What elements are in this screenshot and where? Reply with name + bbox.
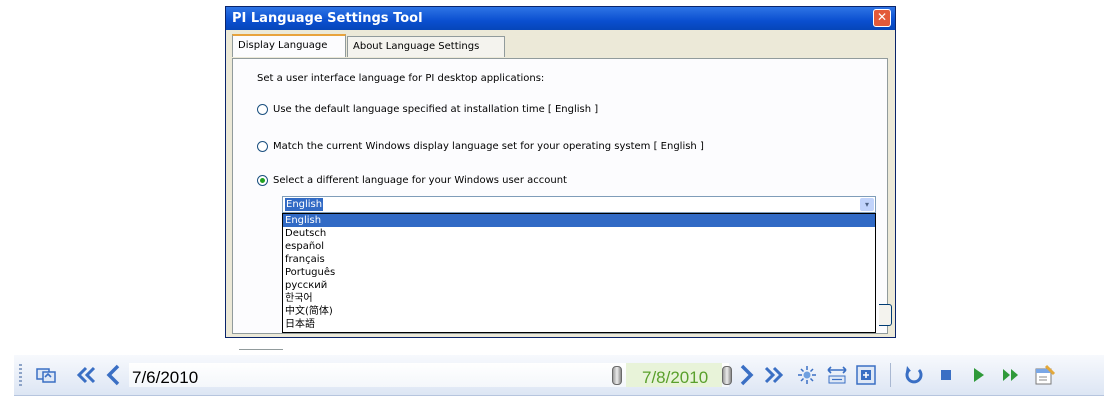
option-match-windows-language[interactable]: Match the current Windows display langua… <box>257 141 704 152</box>
step-forward-far-button[interactable] <box>760 355 788 395</box>
play-button[interactable] <box>964 355 992 395</box>
language-option[interactable]: 中文(简体) <box>283 305 875 318</box>
radio-button[interactable] <box>257 141 268 152</box>
option-label: Use the default language specified at in… <box>273 104 599 115</box>
refresh-icon <box>36 368 56 383</box>
language-option[interactable]: 日本語 <box>283 318 875 331</box>
option-label: Match the current Windows display langua… <box>273 141 704 152</box>
tab-about-language-settings[interactable]: About Language Settings <box>347 36 505 57</box>
double-chevron-left-icon <box>76 366 96 384</box>
language-option[interactable]: Português <box>283 266 875 279</box>
option-different-language[interactable]: Select a different language for your Win… <box>257 175 567 186</box>
start-marker-icon[interactable] <box>612 366 622 385</box>
tab-label: About Language Settings <box>353 41 480 52</box>
end-time-value: 7/8/2010 <box>642 368 709 387</box>
tab-display-language[interactable]: Display Language <box>232 34 346 57</box>
option-label: Select a different language for your Win… <box>273 175 567 186</box>
fast-forward-button[interactable] <box>996 355 1026 395</box>
stop-icon <box>941 370 951 380</box>
properties-icon <box>1035 364 1056 385</box>
hidden-button-edge[interactable] <box>879 304 892 326</box>
play-icon <box>974 368 984 382</box>
prompt-text: Set a user interface language for PI des… <box>257 73 545 84</box>
combo-selected-value: English <box>285 198 324 211</box>
reset-button[interactable] <box>900 355 928 395</box>
toolbar-grip[interactable] <box>18 355 22 395</box>
chevron-down-icon[interactable]: ▾ <box>860 198 874 211</box>
language-option[interactable]: русский <box>283 279 875 292</box>
sun-icon <box>798 366 816 384</box>
language-settings-dialog: PI Language Settings Tool ✕ Display Lang… <box>225 6 896 350</box>
time-range-toolbar: 7/6/2010 7/8/2010 <box>14 355 1104 396</box>
toolbar-separator <box>890 363 891 387</box>
fast-forward-icon <box>1003 369 1018 381</box>
chevron-right-icon <box>740 364 754 386</box>
language-option[interactable]: 한국어 <box>283 292 875 305</box>
language-option[interactable]: Deutsch <box>283 227 875 240</box>
radio-button[interactable] <box>257 104 268 115</box>
step-back-far-button[interactable] <box>72 355 100 395</box>
time-range-button[interactable] <box>824 355 850 395</box>
expand-range-icon <box>827 366 847 384</box>
language-option[interactable]: français <box>283 253 875 266</box>
zoom-icon <box>856 365 876 385</box>
close-button[interactable]: ✕ <box>873 9 891 27</box>
language-dropdown-list: English Deutsch español français Portugu… <box>282 213 876 333</box>
language-combobox[interactable]: English ▾ <box>282 196 876 213</box>
display-language-panel: Set a user interface language for PI des… <box>232 58 888 350</box>
language-option[interactable]: English <box>283 214 875 227</box>
properties-button[interactable] <box>1030 355 1060 395</box>
tab-label: Display Language <box>238 40 328 51</box>
dialog-title: PI Language Settings Tool <box>232 11 423 26</box>
double-chevron-right-icon <box>764 366 784 384</box>
refresh-button[interactable] <box>32 355 60 395</box>
stop-button[interactable] <box>932 355 960 395</box>
option-default-language[interactable]: Use the default language specified at in… <box>257 104 598 115</box>
end-marker-icon[interactable] <box>722 366 732 385</box>
language-option[interactable]: español <box>283 240 875 253</box>
close-icon: ✕ <box>876 10 888 24</box>
chevron-left-icon <box>106 364 120 386</box>
step-forward-button[interactable] <box>736 355 758 395</box>
zoom-button[interactable] <box>852 355 880 395</box>
now-button[interactable] <box>794 355 820 395</box>
radio-button-checked[interactable] <box>257 175 268 186</box>
reset-icon <box>905 366 923 384</box>
title-bar[interactable]: PI Language Settings Tool ✕ <box>226 7 895 30</box>
start-time-value: 7/6/2010 <box>132 368 199 387</box>
step-back-button[interactable] <box>102 355 124 395</box>
